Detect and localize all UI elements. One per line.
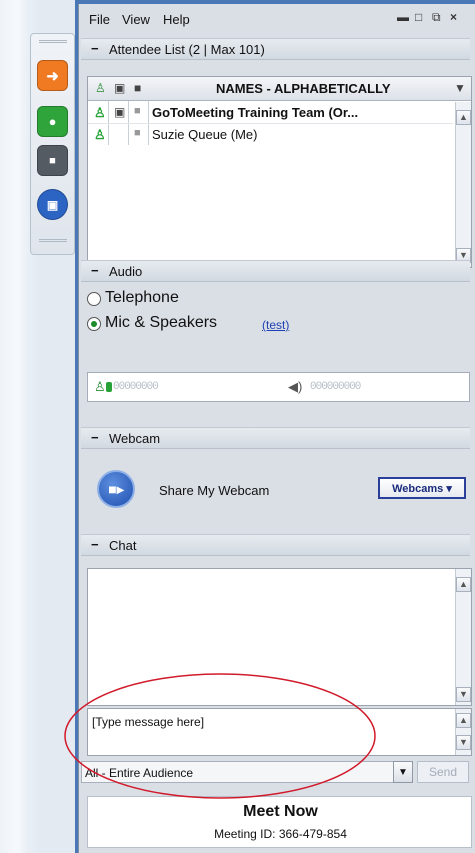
screen-share-button[interactable]: ▣	[37, 189, 68, 220]
control-panel: File View Help ▬ □ ⧉ × − Attendee List (…	[78, 4, 475, 853]
scroll-up-icon[interactable]: ▲	[456, 713, 471, 728]
scroll-up-icon[interactable]: ▲	[456, 577, 471, 592]
chat-title: Chat	[109, 538, 137, 553]
menu-help[interactable]: Help	[163, 12, 190, 27]
chat-input-scrollbar[interactable]: ▲ ▼	[455, 709, 471, 755]
camera-icon: ■▸	[108, 480, 124, 497]
user-icon: ♙	[94, 127, 106, 142]
camera-icon: ■	[134, 127, 141, 139]
attendee-list-title: Attendee List (2 | Max 101)	[109, 42, 265, 57]
speaker-icon: ▣	[114, 81, 126, 95]
camera-icon: ■	[49, 154, 56, 167]
menu-bar: File View Help ▬ □ ⧉ ×	[79, 10, 475, 32]
share-webcam-label[interactable]: Share My Webcam	[159, 483, 269, 498]
webcam-header[interactable]: − Webcam	[81, 427, 470, 449]
grip-handle[interactable]	[39, 40, 67, 43]
arrow-right-icon: ➜	[46, 67, 59, 85]
scroll-down-icon[interactable]: ▼	[456, 735, 471, 750]
attendee-row[interactable]: ♙ ▣ ■ GoToMeeting Training Team (Or...	[88, 102, 453, 124]
microphone-icon: ●	[48, 114, 57, 129]
audio-level-meters: ♙ 00000000 ◀) 000000000	[87, 372, 470, 402]
maximize-icon[interactable]: □	[415, 10, 422, 24]
minimize-icon[interactable]: ▬	[397, 10, 409, 24]
user-icon: ♙	[95, 81, 106, 95]
webcam-title: Webcam	[109, 431, 161, 446]
attendee-column-header: ♙ ▣ ■ NAMES - ALPHABETICALLY ▼	[88, 77, 471, 101]
chat-message-input[interactable]: [Type message here] ▲ ▼	[87, 708, 472, 756]
telephone-radio[interactable]	[87, 292, 101, 306]
telephone-label: Telephone	[105, 289, 179, 306]
camera-icon: ■	[134, 105, 141, 117]
chat-scrollbar[interactable]: ▲ ▼	[455, 569, 471, 705]
microphone-icon: ♙	[94, 379, 106, 394]
audio-test-link[interactable]: (test)	[262, 318, 289, 332]
share-webcam-button[interactable]: ■▸	[97, 470, 135, 508]
attendee-scrollbar[interactable]: ▲ ▼	[455, 102, 471, 267]
names-sort-header[interactable]: NAMES - ALPHABETICALLY	[216, 81, 391, 96]
audience-dropdown-button[interactable]: ▼	[393, 761, 413, 783]
grab-tab: ➜ ● ■ ▣	[30, 33, 75, 255]
screen-icon: ▣	[46, 197, 59, 212]
show-hide-panel-button[interactable]: ➜	[37, 60, 68, 91]
attendee-list: ♙ ▣ ■ NAMES - ALPHABETICALLY ▼ ♙ ▣ ■ GoT…	[87, 76, 472, 268]
radio-selected-dot	[91, 321, 97, 327]
restore-icon[interactable]: ⧉	[432, 10, 441, 25]
webcams-dropdown[interactable]: Webcams ▾	[378, 477, 466, 499]
webcam-toggle-button[interactable]: ■	[37, 145, 68, 176]
collapse-icon[interactable]: −	[91, 430, 99, 445]
attendee-list-header[interactable]: − Attendee List (2 | Max 101)	[81, 38, 470, 60]
attendee-name: Suzie Queue (Me)	[152, 127, 258, 142]
menu-file[interactable]: File	[89, 12, 110, 27]
attendee-name: GoToMeeting Training Team (Or...	[152, 105, 359, 120]
mic-speakers-label: Mic & Speakers	[105, 314, 218, 331]
chat-header[interactable]: − Chat	[81, 534, 470, 556]
speaker-icon: ▣	[114, 105, 126, 119]
speaker-level-meter: 000000000	[310, 381, 361, 393]
audio-title: Audio	[109, 264, 143, 279]
chat-log: ▲ ▼	[87, 568, 472, 706]
microphone-button[interactable]: ●	[37, 106, 68, 137]
collapse-icon[interactable]: −	[91, 41, 99, 56]
chat-audience-select[interactable]: All - Entire Audience	[81, 761, 411, 783]
scroll-down-icon[interactable]: ▼	[456, 687, 471, 702]
user-icon: ♙	[94, 105, 106, 120]
audience-value: All - Entire Audience	[85, 766, 194, 780]
chat-placeholder: [Type message here]	[92, 715, 205, 729]
mic-level-fill	[106, 382, 112, 392]
collapse-icon[interactable]: −	[91, 263, 99, 278]
meet-now-box: Meet Now Meeting ID: 366-479-854	[87, 796, 472, 848]
audio-header[interactable]: − Audio	[81, 260, 470, 282]
speaker-icon: ◀)	[288, 379, 303, 394]
camera-icon: ■	[134, 81, 142, 95]
grip-handle-bottom[interactable]	[39, 239, 67, 242]
chevron-down-icon[interactable]: ▼	[454, 81, 466, 95]
mic-level-meter: 00000000	[113, 381, 159, 393]
attendee-row[interactable]: ♙ ■ Suzie Queue (Me)	[88, 124, 453, 146]
scroll-up-icon[interactable]: ▲	[456, 110, 471, 125]
mic-speakers-radio[interactable]	[87, 317, 101, 331]
send-button[interactable]: Send	[417, 761, 469, 783]
meeting-id: Meeting ID: 366-479-854	[214, 827, 347, 841]
close-icon[interactable]: ×	[450, 10, 457, 24]
menu-view[interactable]: View	[122, 12, 150, 27]
meet-now-title: Meet Now	[243, 803, 318, 820]
chevron-down-icon: ▼	[398, 766, 408, 778]
collapse-icon[interactable]: −	[91, 537, 99, 552]
